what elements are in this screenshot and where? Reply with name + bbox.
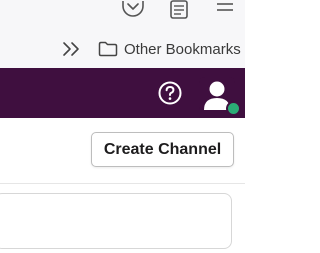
bookmarks-folder-label: Other Bookmarks	[124, 40, 241, 58]
content-panel	[0, 193, 232, 249]
question-circle-icon	[158, 81, 182, 105]
hamburger-menu-icon[interactable]	[216, 2, 234, 16]
reader-view-icon[interactable]	[169, 0, 189, 20]
presence-status-dot	[226, 101, 241, 116]
create-channel-button[interactable]: Create Channel	[91, 132, 234, 167]
pocket-icon[interactable]	[120, 0, 146, 18]
other-bookmarks-folder[interactable]: Other Bookmarks	[98, 38, 241, 60]
double-chevron-right-icon[interactable]	[61, 40, 83, 58]
folder-icon	[98, 41, 118, 57]
help-button[interactable]	[157, 80, 183, 106]
divider	[0, 183, 245, 184]
